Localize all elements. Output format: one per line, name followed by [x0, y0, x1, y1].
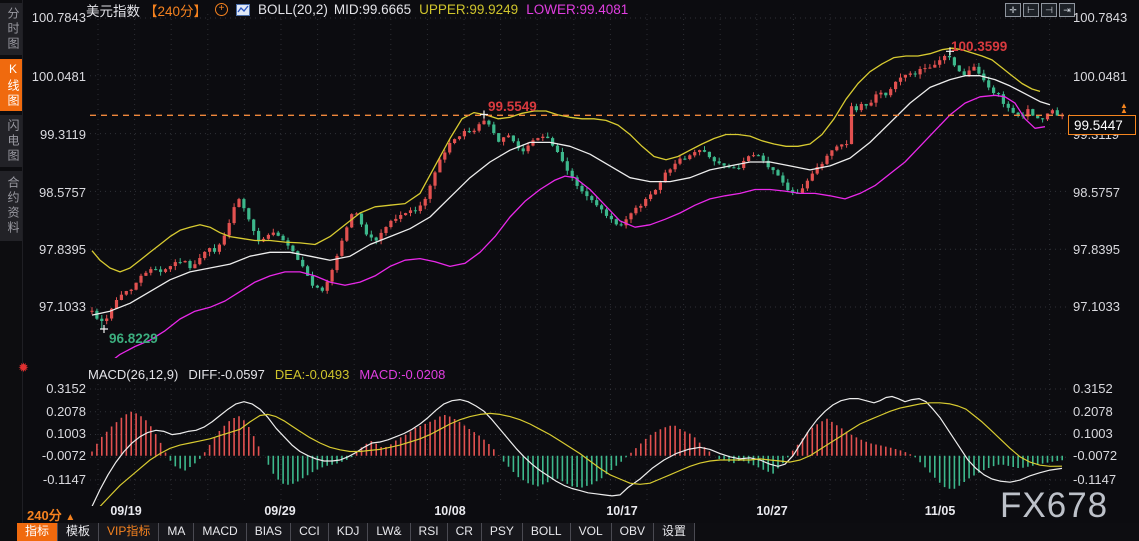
toolbar-item-boll[interactable]: BOLL — [522, 523, 571, 541]
toolbar-item-macd[interactable]: MACD — [194, 523, 247, 541]
boll-lower-value: LOWER:99.4081 — [526, 2, 629, 17]
symbol-name: 美元指数 — [86, 3, 140, 19]
y-tick: 97.8395 — [1073, 242, 1120, 257]
fit-y-axis-icon[interactable]: ⊢ — [1023, 3, 1039, 17]
sidebar-item-contract-info[interactable]: 合约资料 — [0, 171, 22, 241]
indicator-thumbnail-icon[interactable] — [236, 3, 251, 16]
toolbar-item-obv[interactable]: OBV — [611, 523, 654, 541]
macd-tick: -0.0072 — [1073, 448, 1118, 463]
toolbar-item-template[interactable]: 模板 — [58, 523, 100, 541]
macd-diff-value: DIFF:-0.0597 — [188, 367, 265, 382]
y-tick: 100.0481 — [1073, 69, 1128, 84]
sidebar-item-time-chart[interactable]: 分时图 — [0, 3, 22, 55]
macd-tick: 0.2078 — [1073, 404, 1113, 419]
x-date: 09/29 — [264, 504, 296, 518]
sidebar-item-kline-chart[interactable]: K线图 — [0, 59, 22, 111]
chart-canvas[interactable] — [0, 0, 1139, 541]
toolbar-item-settings[interactable]: 设置 — [653, 523, 695, 541]
macd-macd-value: MACD:-0.0208 — [359, 367, 446, 382]
low-price-annotation: 96.8229 — [109, 331, 158, 346]
y-tick: 98.5757 — [39, 185, 86, 200]
y-tick: 97.1033 — [1073, 299, 1120, 314]
y-tick: 99.3119 — [39, 127, 86, 142]
toolbar-item-vol[interactable]: VOL — [570, 523, 612, 541]
chevron-up-icon: ▲ — [65, 512, 76, 523]
watermark: FX678 — [1000, 486, 1109, 525]
toolbar-item-cci[interactable]: CCI — [291, 523, 329, 541]
macd-header: MACD(26,12,9) DIFF:-0.0597 DEA:-0.0493 M… — [88, 367, 445, 382]
macd-tick: 0.1003 — [1073, 426, 1113, 441]
indicator-toolbar: 指标 模板 VIP指标 MA MACD BIAS CCI KDJ LW& RSI… — [17, 523, 1139, 541]
toolbar-item-lwr[interactable]: LW& — [368, 523, 411, 541]
x-date: 10/27 — [756, 504, 788, 518]
sidebar-item-flash-chart[interactable]: 闪电图 — [0, 115, 22, 167]
toolbar-item-bias[interactable]: BIAS — [246, 523, 292, 541]
y-tick: 98.5757 — [1073, 185, 1120, 200]
boll-params: BOLL(20,2) — [258, 2, 328, 17]
chart-tools: ✛ ⊢ ⊣ ⇥ — [1005, 3, 1075, 17]
last-price-tag: 99.5447 — [1068, 114, 1136, 135]
toolbar-item-psy[interactable]: PSY — [481, 523, 523, 541]
macd-tick: -0.1147 — [42, 472, 86, 487]
toolbar-item-kdj[interactable]: KDJ — [328, 523, 369, 541]
x-date: 09/19 — [110, 504, 142, 518]
macd-tick: 0.3152 — [1073, 381, 1113, 396]
macd-dea-value: DEA:-0.0493 — [274, 367, 350, 382]
macd-tick: -0.1147 — [1073, 472, 1117, 487]
circle-plus-icon[interactable]: + — [215, 3, 229, 16]
y-tick: 97.1033 — [39, 299, 86, 314]
x-date: 11/05 — [924, 504, 956, 518]
macd-tick: 0.1003 — [46, 426, 86, 441]
x-date: 10/17 — [606, 504, 638, 518]
toolbar-item-vip[interactable]: VIP指标 — [99, 523, 160, 541]
high-price-annotation: 100.3599 — [951, 39, 1008, 54]
toolbar-item-cr[interactable]: CR — [447, 523, 482, 541]
y-tick: 100.7843 — [31, 10, 86, 25]
toolbar-item-rsi[interactable]: RSI — [410, 523, 448, 541]
boll-upper-value: UPPER:99.9249 — [419, 2, 519, 17]
macd-tick: 0.3152 — [46, 381, 86, 396]
y-tick: 100.7843 — [1073, 10, 1128, 25]
trading-terminal: 分时图 K线图 闪电图 合约资料 美元指数 【240分】 + BOLL(20,2… — [0, 0, 1139, 541]
macd-tick: 0.2078 — [46, 404, 86, 419]
price-marker-icon: ▲ ▲ — [1120, 101, 1128, 116]
chart-header: 美元指数 【240分】 + BOLL(20,2) MID:99.6665 UPP… — [86, 1, 629, 19]
high-price-annotation: 99.5549 — [488, 99, 537, 114]
period-label: 【240分】 — [144, 3, 208, 19]
toolbar-item-indicator[interactable]: 指标 — [17, 523, 59, 541]
y-tick: 100.0481 — [31, 69, 86, 84]
boll-mid-value: MID:99.6665 — [333, 2, 412, 17]
alert-icon[interactable]: ✹ — [18, 360, 29, 376]
period-selector[interactable]: 240分 ▲ — [27, 505, 75, 524]
x-date: 10/08 — [434, 504, 466, 518]
macd-tick: -0.0072 — [41, 448, 86, 463]
crosshair-icon[interactable]: ✛ — [1005, 3, 1021, 17]
y-tick: 97.8395 — [39, 242, 86, 257]
fit-x-axis-icon[interactable]: ⊣ — [1041, 3, 1057, 17]
toolbar-item-ma[interactable]: MA — [159, 523, 195, 541]
macd-title: MACD(26,12,9) — [88, 367, 179, 382]
